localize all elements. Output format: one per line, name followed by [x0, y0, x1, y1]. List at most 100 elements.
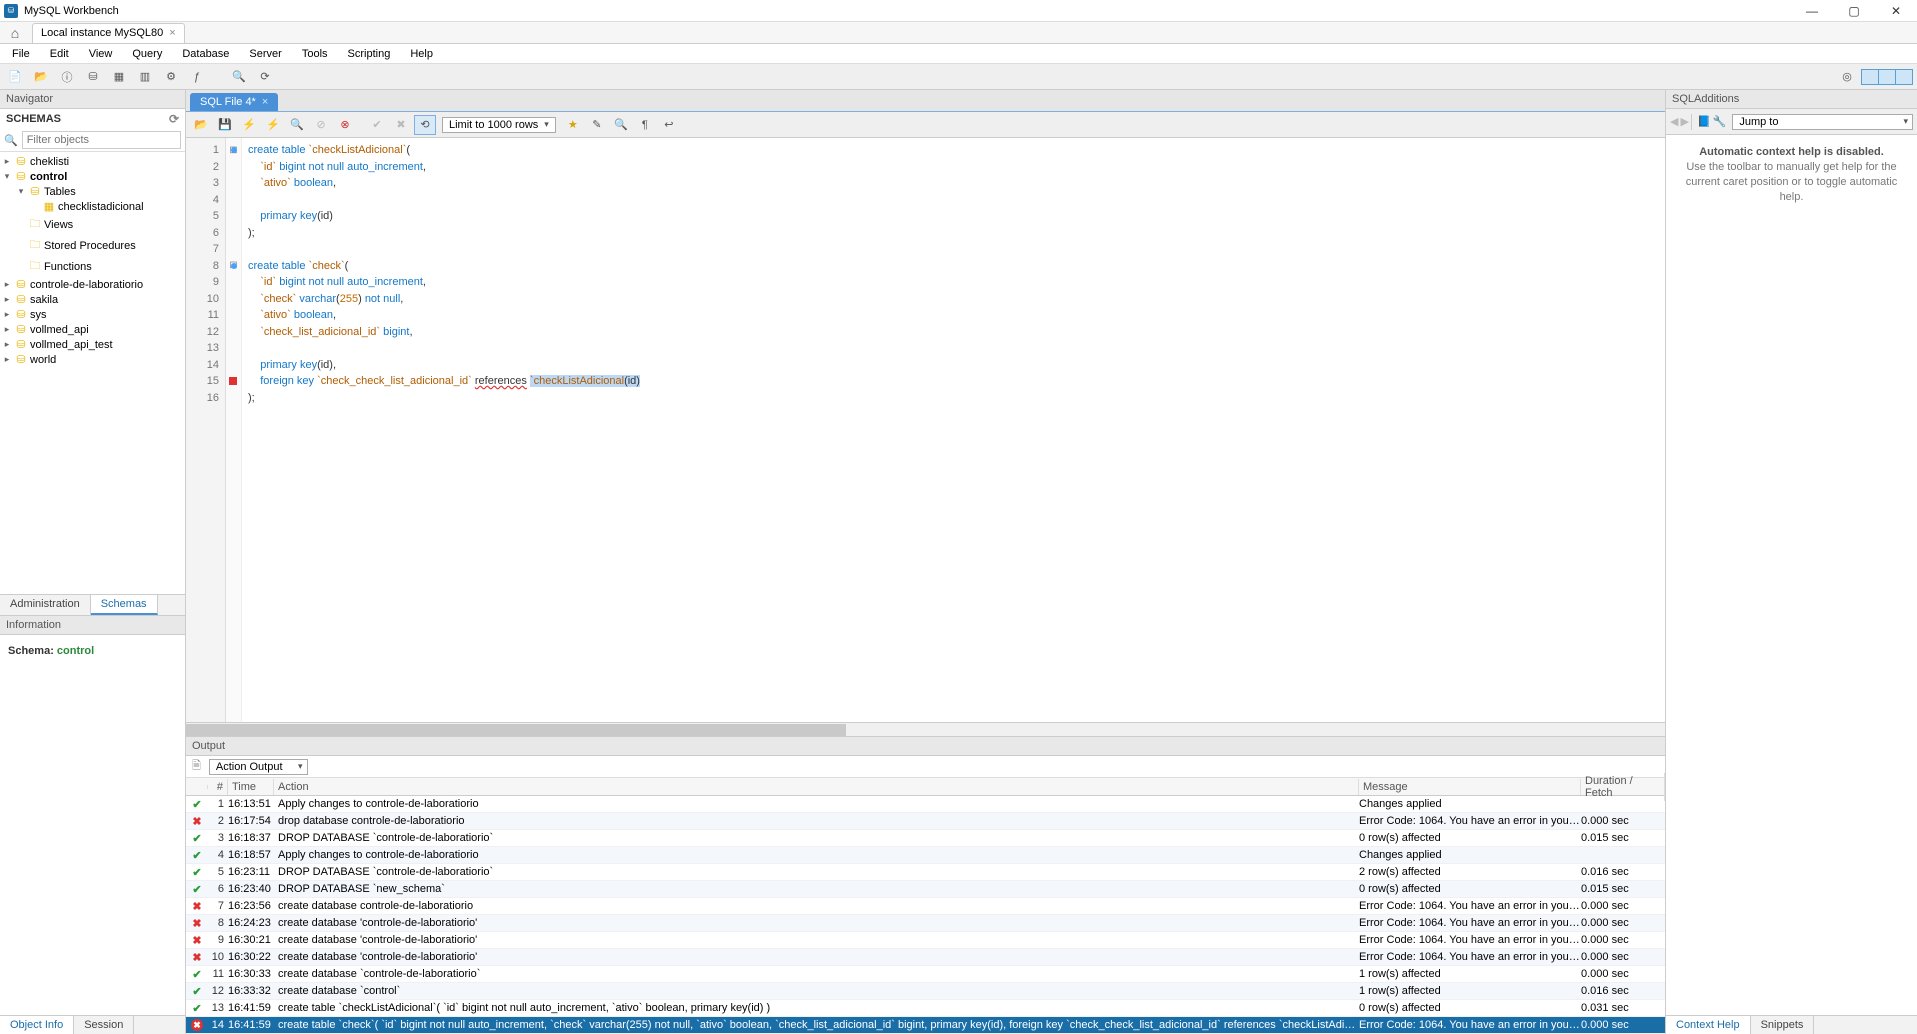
editor-horizontal-scrollbar[interactable]	[186, 722, 1665, 736]
output-grid[interactable]: ✔116:13:51Apply changes to controle-de-l…	[186, 796, 1665, 1034]
menu-scripting[interactable]: Scripting	[340, 46, 399, 62]
output-row[interactable]: ✔316:18:37DROP DATABASE `controle-de-lab…	[186, 830, 1665, 847]
tree-node[interactable]: ▾⛁control	[0, 169, 185, 184]
menu-view[interactable]: View	[81, 46, 121, 62]
close-icon[interactable]: ×	[262, 96, 268, 108]
tree-node[interactable]: 🗀Stored Procedures	[0, 235, 185, 256]
output-row[interactable]: ✔616:23:40DROP DATABASE `new_schema`0 ro…	[186, 881, 1665, 898]
status-globe-icon[interactable]: ◎	[1836, 67, 1858, 87]
beautify-icon[interactable]: ★	[562, 115, 584, 135]
maximize-button[interactable]: ▢	[1833, 0, 1875, 22]
output-row[interactable]: ✖716:23:56create database controle-de-la…	[186, 898, 1665, 915]
connection-tab[interactable]: Local instance MySQL80 ×	[32, 23, 185, 43]
new-view-icon[interactable]: ▥	[134, 67, 156, 87]
new-table-icon[interactable]: ▦	[108, 67, 130, 87]
tree-node[interactable]: ▸⛁world	[0, 352, 185, 367]
tab-context-help[interactable]: Context Help	[1666, 1016, 1751, 1034]
schema-tree[interactable]: ▸⛁cheklisti▾⛁control▾⛁Tables▦checklistad…	[0, 152, 185, 594]
manual-help-icon[interactable]: 📘	[1697, 115, 1711, 128]
output-row[interactable]: ✔416:18:57Apply changes to controle-de-l…	[186, 847, 1665, 864]
tree-node[interactable]: 🗀Functions	[0, 256, 185, 277]
output-row[interactable]: ✖1416:41:59create table `check`( `id` bi…	[186, 1017, 1665, 1034]
tab-session[interactable]: Session	[74, 1016, 134, 1034]
output-title: Output	[186, 736, 1665, 756]
output-row[interactable]: ✔516:23:11DROP DATABASE `controle-de-lab…	[186, 864, 1665, 881]
tab-object-info[interactable]: Object Info	[0, 1016, 74, 1034]
tree-node[interactable]: ▸⛁vollmed_api	[0, 322, 185, 337]
tree-node[interactable]: ▸⛁cheklisti	[0, 154, 185, 169]
sql-editor[interactable]: 12345678910111213141516 ⊟⊟ create table …	[186, 138, 1665, 722]
new-proc-icon[interactable]: ⚙	[160, 67, 182, 87]
folder-icon: 🗀	[28, 257, 42, 276]
output-row[interactable]: ✖916:30:21create database 'controle-de-l…	[186, 932, 1665, 949]
menu-database[interactable]: Database	[174, 46, 237, 62]
toggle-right-panel[interactable]	[1895, 69, 1913, 85]
tree-label: control	[28, 171, 67, 183]
nav-fwd-icon[interactable]: ▶	[1680, 115, 1688, 128]
nav-back-icon[interactable]: ◀	[1670, 115, 1678, 128]
invisible-chars-icon[interactable]: ¶	[634, 115, 656, 135]
output-row[interactable]: ✔1316:41:59create table `checkListAdicio…	[186, 1000, 1665, 1017]
execute-icon[interactable]: ⚡	[238, 115, 260, 135]
toggle-bottom-panel[interactable]	[1878, 69, 1896, 85]
open-sql-icon[interactable]: 📂	[30, 67, 52, 87]
tree-label: controle-de-laboratiorio	[28, 279, 143, 291]
tree-node[interactable]: ▸⛁sakila	[0, 292, 185, 307]
home-button[interactable]: ⌂	[4, 24, 26, 42]
execute-cursor-icon[interactable]: ⚡	[262, 115, 284, 135]
close-button[interactable]: ✕	[1875, 0, 1917, 22]
menu-query[interactable]: Query	[124, 46, 170, 62]
tree-label: cheklisti	[28, 156, 69, 168]
explain-icon[interactable]: 🔍	[286, 115, 308, 135]
tree-node[interactable]: ▦checklistadicional	[0, 199, 185, 214]
tree-node[interactable]: ▸⛁controle-de-laboratiorio	[0, 277, 185, 292]
new-func-icon[interactable]: ƒ	[186, 67, 208, 87]
output-row[interactable]: ✔1116:30:33create database `controle-de-…	[186, 966, 1665, 983]
tree-node[interactable]: ▸⛁vollmed_api_test	[0, 337, 185, 352]
menu-edit[interactable]: Edit	[42, 46, 77, 62]
output-row[interactable]: ✖816:24:23create database 'controle-de-l…	[186, 915, 1665, 932]
menu-server[interactable]: Server	[241, 46, 289, 62]
menu-help[interactable]: Help	[402, 46, 441, 62]
menu-file[interactable]: File	[4, 46, 38, 62]
menu-tools[interactable]: Tools	[294, 46, 336, 62]
inspector-icon[interactable]: ⓘ	[56, 67, 78, 87]
schema-info-value: control	[57, 645, 94, 657]
reconnect-icon[interactable]: ⟳	[254, 67, 276, 87]
output-row[interactable]: ✖216:17:54drop database controle-de-labo…	[186, 813, 1665, 830]
new-sql-tab-icon[interactable]: 📄	[4, 67, 26, 87]
open-script-icon[interactable]: 📂	[190, 115, 212, 135]
toggle-left-panel[interactable]	[1861, 69, 1879, 85]
commit-icon[interactable]: ✔	[366, 115, 388, 135]
tree-node[interactable]: ▸⛁sys	[0, 307, 185, 322]
output-row[interactable]: ✖1016:30:22create database 'controle-de-…	[186, 949, 1665, 966]
sql-file-tab[interactable]: SQL File 4* ×	[190, 93, 278, 111]
tab-snippets[interactable]: Snippets	[1751, 1016, 1815, 1034]
wrap-icon[interactable]: ↩	[658, 115, 680, 135]
tab-administration[interactable]: Administration	[0, 595, 91, 615]
search-table-icon[interactable]: 🔍	[228, 67, 250, 87]
tree-label: Functions	[42, 261, 92, 273]
jump-to-select[interactable]: Jump to	[1732, 114, 1913, 130]
output-type-select[interactable]: Action Output	[209, 759, 308, 775]
stop-icon[interactable]: ⊘	[310, 115, 332, 135]
stop-on-error-icon[interactable]: ⊗	[334, 115, 356, 135]
save-script-icon[interactable]: 💾	[214, 115, 236, 135]
tree-node[interactable]: 🗀Views	[0, 214, 185, 235]
new-schema-icon[interactable]: ⛁	[82, 67, 104, 87]
close-icon[interactable]: ×	[169, 27, 175, 39]
row-limit-select[interactable]: Limit to 1000 rows▾	[442, 117, 556, 133]
tree-node[interactable]: ▾⛁Tables	[0, 184, 185, 199]
minimize-button[interactable]: —	[1791, 0, 1833, 22]
auto-help-icon[interactable]: 🔧	[1713, 115, 1727, 128]
autocommit-toggle[interactable]: ⟲	[414, 115, 436, 135]
refresh-schemas-icon[interactable]: ⟳	[169, 112, 179, 126]
find-icon[interactable]: ✎	[586, 115, 608, 135]
rollback-icon[interactable]: ✖	[390, 115, 412, 135]
find-replace-icon[interactable]: 🔍	[610, 115, 632, 135]
output-row[interactable]: ✔1216:33:32create database `control`1 ro…	[186, 983, 1665, 1000]
output-row[interactable]: ✔116:13:51Apply changes to controle-de-l…	[186, 796, 1665, 813]
output-clear-icon[interactable]: 🗎	[192, 757, 201, 776]
tab-schemas[interactable]: Schemas	[91, 595, 158, 615]
filter-objects-input[interactable]	[22, 131, 181, 149]
